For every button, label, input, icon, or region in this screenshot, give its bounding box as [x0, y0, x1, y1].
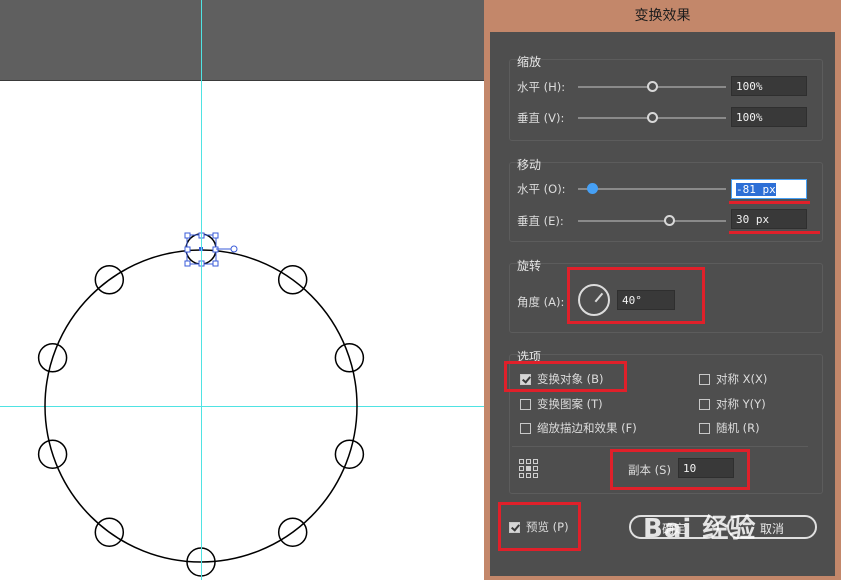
scale-vertical-field[interactable]: 100%: [731, 107, 807, 127]
highlight-box-rotate: [567, 267, 705, 324]
scale-horizontal-label: 水平 (H):: [517, 80, 566, 94]
move-vertical-slider[interactable]: [578, 220, 726, 222]
highlight-box-preview: [498, 502, 581, 551]
scale-group-title: 缩放: [517, 55, 542, 69]
random-label[interactable]: 随机 (R): [716, 420, 760, 436]
move-horizontal-slider-thumb[interactable]: [587, 183, 599, 194]
move-vertical-slider-thumb[interactable]: [664, 215, 676, 226]
transform-patterns-label[interactable]: 变换图案 (T): [537, 396, 603, 412]
scale-strokes-label[interactable]: 缩放描边和效果 (F): [537, 420, 637, 436]
scale-vertical-slider-thumb[interactable]: [646, 112, 658, 123]
highlight-underline-move-vertical: [729, 231, 820, 234]
reflect-y-label[interactable]: 对称 Y(Y): [716, 396, 766, 412]
scale-horizontal-field[interactable]: 100%: [731, 76, 807, 96]
artwork[interactable]: [0, 0, 486, 580]
move-horizontal-label: 水平 (O):: [517, 182, 566, 196]
transform-patterns-checkbox[interactable]: [520, 399, 531, 410]
reflect-x-checkbox[interactable]: [699, 374, 710, 385]
reference-point-grid-icon[interactable]: [519, 459, 538, 478]
reflect-x-label[interactable]: 对称 X(X): [716, 371, 767, 387]
vertical-guide[interactable]: [201, 0, 202, 580]
move-horizontal-slider[interactable]: [578, 188, 726, 190]
random-checkbox[interactable]: [699, 423, 710, 434]
reflect-y-checkbox[interactable]: [699, 399, 710, 410]
rotate-angle-label: 角度 (A):: [517, 295, 565, 309]
move-group-title: 移动: [517, 158, 542, 172]
move-horizontal-field[interactable]: -81 px: [731, 179, 807, 199]
scale-group: 缩放 水平 (H): 100% 垂直 (V): 100%: [509, 55, 823, 141]
scale-vertical-label: 垂直 (V):: [517, 111, 565, 125]
transform-effect-dialog: 变换效果 缩放 水平 (H): 100% 垂直 (V): 100% 移动 水平 …: [484, 0, 841, 580]
options-divider: [512, 446, 808, 447]
highlight-box-transform-objects: [504, 361, 627, 392]
highlight-box-copies: [610, 449, 750, 490]
dialog-title[interactable]: 变换效果: [484, 0, 841, 32]
highlight-underline-move-horizontal: [729, 201, 810, 204]
move-horizontal-value: -81 px: [736, 183, 776, 196]
move-vertical-field[interactable]: 30 px: [731, 209, 807, 229]
move-vertical-label: 垂直 (E):: [517, 214, 564, 228]
scale-horizontal-slider-thumb[interactable]: [646, 81, 658, 92]
watermark-logo: Bai 经验: [643, 514, 757, 544]
scale-strokes-checkbox[interactable]: [520, 423, 531, 434]
rotate-group-title: 旋转: [517, 259, 542, 273]
